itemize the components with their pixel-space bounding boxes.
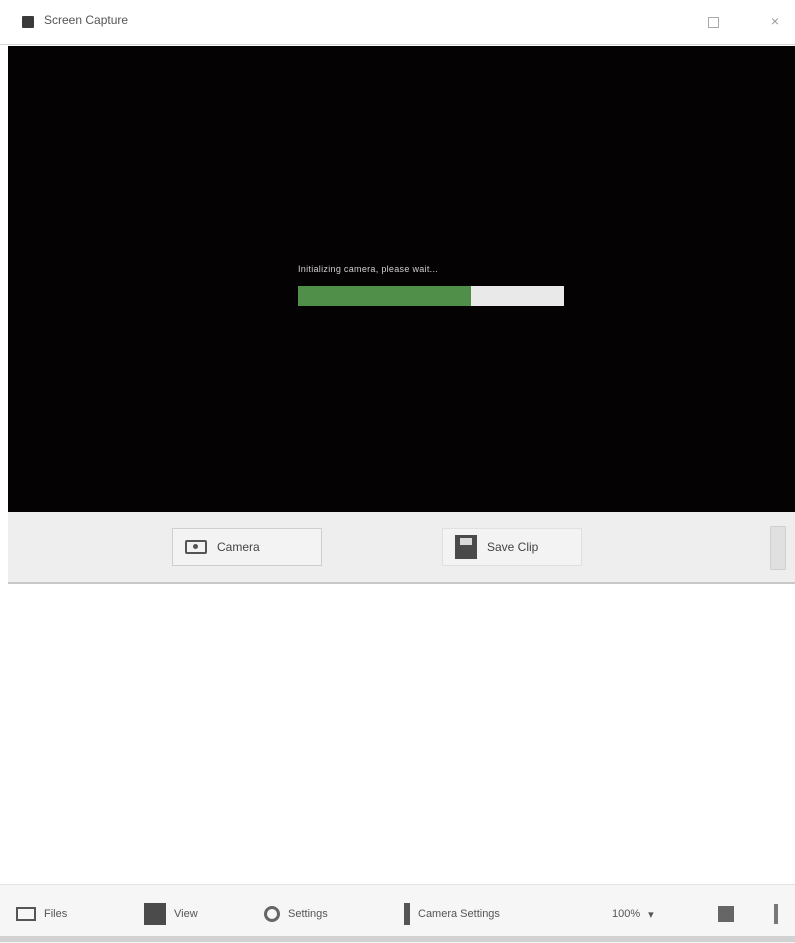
save-icon <box>455 535 477 559</box>
camera-settings-label: Camera Settings <box>418 908 500 920</box>
app-icon <box>22 16 34 28</box>
view-button[interactable]: View <box>144 901 198 927</box>
files-icon <box>16 907 36 921</box>
settings-button[interactable]: Settings <box>264 901 328 927</box>
files-button[interactable]: Files <box>16 901 67 927</box>
control-bar: Camera Save Clip <box>8 512 795 584</box>
status-bar: Files View Settings Camera Settings 100%… <box>0 884 795 943</box>
save-clip-button[interactable]: Save Clip <box>442 528 582 566</box>
fit-icon <box>718 906 734 922</box>
zoom-select[interactable]: 100% ▾ <box>612 901 654 927</box>
camera-button[interactable]: Camera <box>172 528 322 566</box>
panel-toggle-handle[interactable] <box>770 526 786 570</box>
zoom-value: 100% <box>612 908 641 920</box>
camera-settings-icon <box>404 903 410 925</box>
camera-settings-button[interactable]: Camera Settings <box>404 901 500 927</box>
more-button[interactable] <box>774 901 778 927</box>
progress-fill <box>298 286 471 306</box>
save-clip-label: Save Clip <box>487 540 539 554</box>
progress-bar <box>298 286 564 306</box>
more-icon <box>774 904 778 924</box>
close-button[interactable]: × <box>762 10 788 32</box>
title-bar: Screen Capture × <box>0 0 795 45</box>
camera-icon <box>185 540 207 554</box>
files-label: Files <box>44 908 68 920</box>
camera-preview: Initializing camera, please wait... <box>8 46 795 512</box>
maximize-button[interactable] <box>700 10 726 32</box>
chevron-down-icon: ▾ <box>648 908 654 921</box>
settings-label: Settings <box>288 908 328 920</box>
maximize-icon <box>707 16 719 28</box>
view-label: View <box>174 908 198 920</box>
bottom-edge <box>0 936 795 942</box>
window-title: Screen Capture <box>44 13 129 27</box>
gear-icon <box>264 906 280 922</box>
content-area <box>8 584 795 884</box>
preview-status-text: Initializing camera, please wait... <box>298 264 439 274</box>
camera-button-label: Camera <box>217 540 260 554</box>
fit-button[interactable] <box>718 901 734 927</box>
view-icon <box>144 903 166 925</box>
